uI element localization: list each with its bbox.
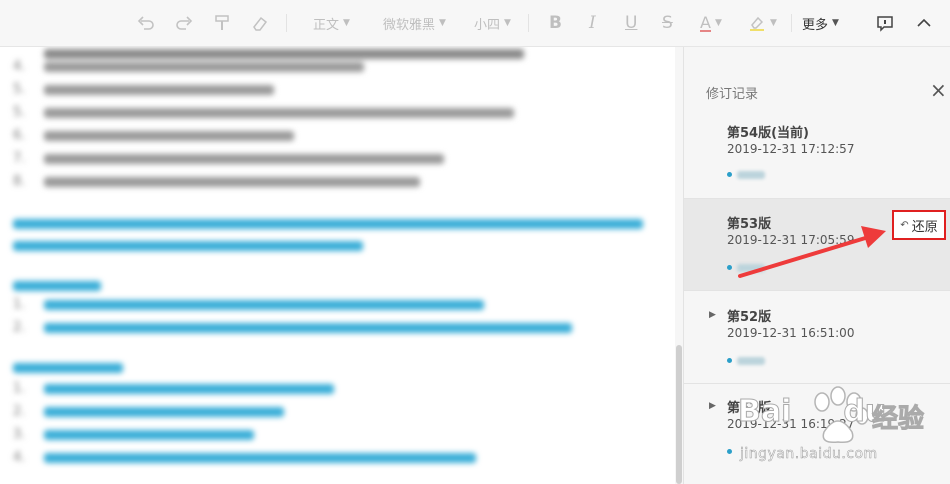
watermark-brand: Bai (737, 394, 792, 430)
baidu-jingyan-watermark: Bai du 经验 jingyan.baidu.com (737, 376, 948, 476)
watermark-url: jingyan.baidu.com (740, 446, 878, 463)
watermark-product: 经验 (871, 404, 925, 435)
